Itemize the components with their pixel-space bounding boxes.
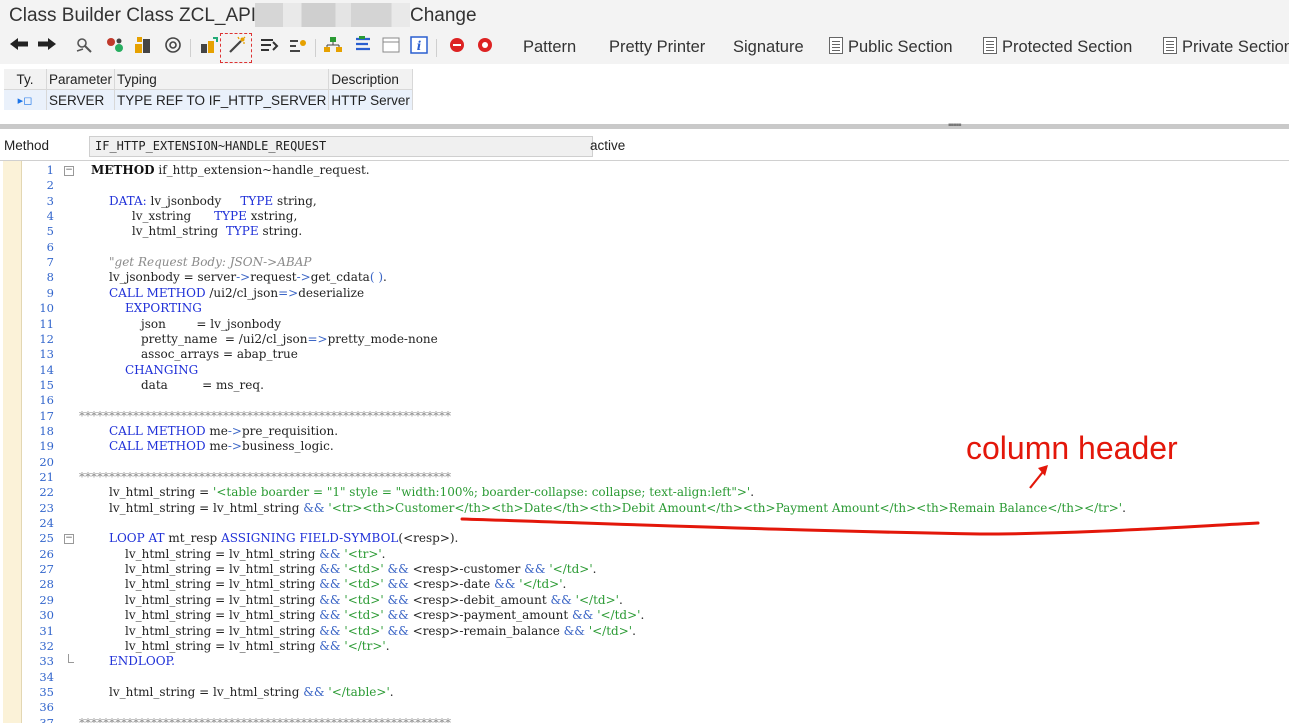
annotation-underline xyxy=(460,517,1260,536)
annotation-overlay xyxy=(460,465,1260,536)
annotation-arrowhead xyxy=(1038,465,1048,476)
